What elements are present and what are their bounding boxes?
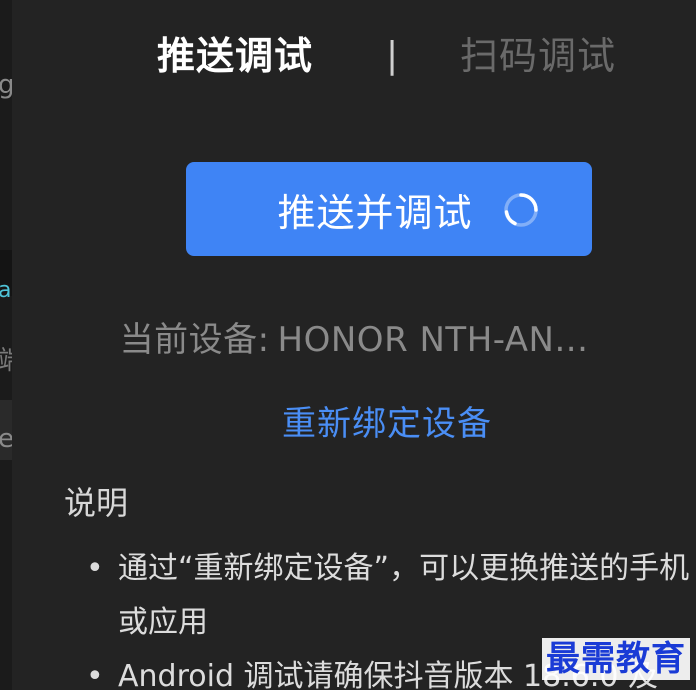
tab-scan-debug[interactable]: 扫码调试 — [460, 28, 616, 84]
current-device: 当前设备: HONOR NTH-AN... — [12, 312, 696, 361]
loading-spinner-icon — [503, 193, 538, 227]
instruction-text: 通过“重新绑定设备”，可以更换推送的手机或应用 — [118, 551, 690, 640]
left-editor-strip: g a 端 e — [0, 0, 24, 690]
tab-separator: | — [386, 35, 400, 76]
bullet-dot-icon: • — [86, 551, 104, 586]
list-item: • 通过“重新绑定设备”，可以更换推送的手机或应用 — [86, 542, 696, 650]
instructions-title: 说明 — [64, 484, 129, 522]
current-device-label: 当前设备: — [119, 320, 270, 360]
push-and-debug-label: 推送并调试 — [277, 190, 473, 235]
tab-push-debug[interactable]: 推送调试 — [157, 28, 313, 84]
left-strip-fragment: a — [0, 278, 12, 303]
current-device-name: HONOR NTH-AN... — [277, 320, 589, 360]
debug-mode-tabs: 推送调试 | 扫码调试 — [12, 28, 696, 84]
rebind-device-link[interactable]: 重新绑定设备 — [12, 396, 696, 445]
push-and-debug-button[interactable]: 推送并调试 — [186, 162, 592, 256]
watermark-logo: 最需教育 — [542, 638, 690, 680]
debug-panel: 推送调试 | 扫码调试 推送并调试 当前设备: HONOR NTH-AN... 重… — [12, 0, 696, 690]
mini-program-debug-panel: g a 端 e 推送调试 | 扫码调试 推送并调试 当前设备:HONOR NTH… — [0, 0, 696, 690]
bullet-dot-icon: • — [86, 659, 104, 690]
